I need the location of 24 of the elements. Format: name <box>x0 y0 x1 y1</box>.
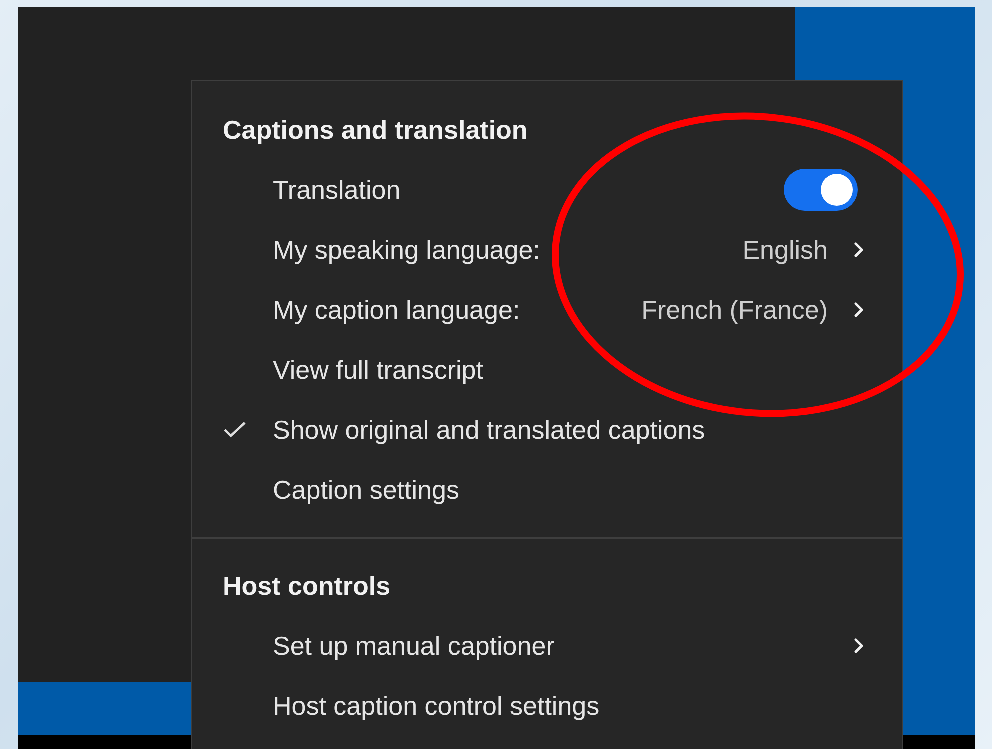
item-label: My speaking language: <box>273 234 540 266</box>
section-heading: Captions and translation <box>223 114 528 146</box>
item-label: Caption settings <box>273 474 460 506</box>
item-label: Show original and translated captions <box>273 414 706 446</box>
item-label: Translation <box>273 174 401 206</box>
menu-item[interactable]: My speaking language: English <box>192 220 902 280</box>
menu-item[interactable]: My caption language: French (France) <box>192 280 902 340</box>
menu-item[interactable]: Set up manual captioner <box>192 616 902 676</box>
toggle-switch[interactable] <box>784 169 858 211</box>
menu-item[interactable]: Translation <box>192 160 902 220</box>
value-text: English <box>742 234 828 266</box>
menu-item[interactable]: View full transcript <box>192 340 902 400</box>
item-label: Host caption control settings <box>273 690 600 722</box>
chevron-icon <box>854 242 864 258</box>
item-label: Set up manual captioner <box>273 630 555 662</box>
menu-item[interactable]: Host caption control settings <box>192 676 902 736</box>
menu-item[interactable]: Show original and translated captions <box>192 400 902 460</box>
section-heading: Host controls <box>223 570 391 602</box>
value-text: French (France) <box>642 294 828 326</box>
chevron-icon <box>854 638 864 654</box>
item-label: View full transcript <box>273 354 484 386</box>
chevron-icon <box>854 302 864 318</box>
menu-item[interactable]: Caption settings <box>192 460 902 520</box>
item-label: My caption language: <box>273 294 520 326</box>
